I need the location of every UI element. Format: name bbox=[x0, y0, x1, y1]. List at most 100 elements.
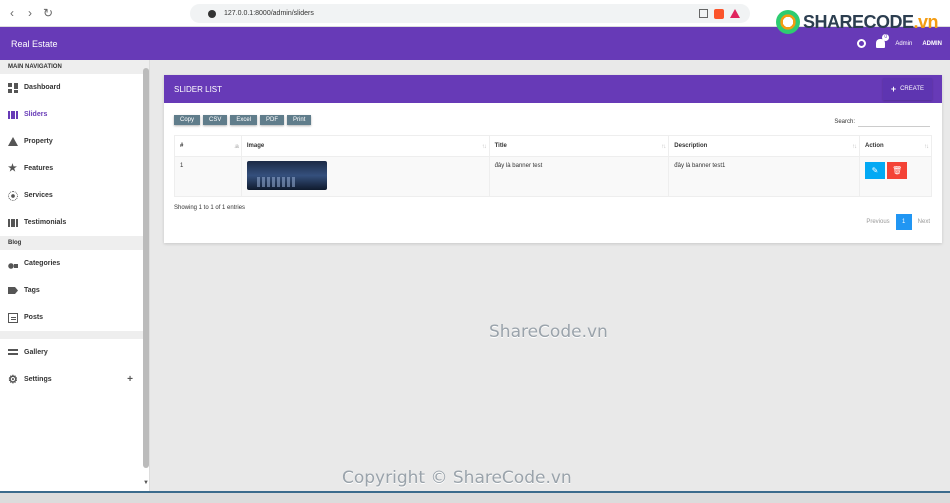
table-info: Showing 1 to 1 of 1 entries bbox=[174, 205, 246, 211]
table-search: Search: bbox=[834, 117, 930, 127]
slider-table: # ↓a Image ↑↓ Title ↑↓ Description ↑↓ Action… bbox=[174, 135, 932, 197]
sidebar-item-property[interactable]: Property bbox=[0, 128, 149, 155]
sidebar-item-categories[interactable]: Categories bbox=[0, 250, 149, 277]
table-header-row: # ↓a Image ↑↓ Title ↑↓ Description ↑↓ Action… bbox=[174, 135, 932, 157]
column-label: Action bbox=[865, 143, 884, 149]
posts-icon bbox=[8, 312, 18, 323]
cell-action: ✎ 🗑 bbox=[859, 156, 932, 197]
sidebar-item-label: Tags bbox=[24, 287, 40, 294]
cell-description: đây là banner test1 bbox=[668, 156, 861, 197]
excel-button[interactable]: Excel bbox=[230, 115, 258, 125]
search-label: Search: bbox=[834, 119, 855, 125]
user-role[interactable]: ADMIN bbox=[922, 41, 942, 47]
column-header-action[interactable]: Action ↑↓ bbox=[859, 135, 932, 157]
cell-image bbox=[240, 156, 490, 197]
sidebar-item-settings[interactable]: ⚙ Settings + bbox=[0, 366, 149, 393]
list-icon bbox=[8, 348, 18, 357]
sidebar-item-label: Dashboard bbox=[24, 84, 61, 91]
film-icon bbox=[8, 218, 18, 227]
column-header-title[interactable]: Title ↑↓ bbox=[488, 135, 670, 157]
print-button[interactable]: Print bbox=[287, 115, 312, 125]
brave-shield-icon[interactable] bbox=[714, 8, 724, 19]
sidebar-divider bbox=[0, 331, 149, 339]
next-page-button[interactable]: Next bbox=[918, 219, 930, 225]
column-header-description[interactable]: Description ↑↓ bbox=[668, 135, 861, 157]
page-1-button[interactable]: 1 bbox=[895, 214, 912, 230]
reload-icon[interactable]: ↻ bbox=[40, 5, 56, 21]
export-buttons: Copy CSV Excel PDF Print bbox=[174, 115, 312, 125]
sidebar-item-posts[interactable]: Posts bbox=[0, 304, 149, 331]
address-bar[interactable]: 127.0.0.1:8000/admin/sliders bbox=[190, 4, 750, 23]
cell-number: 1 bbox=[174, 156, 242, 197]
sharecode-logo: SHARECODE.vn bbox=[775, 10, 938, 34]
sun-icon bbox=[8, 190, 18, 201]
edit-button[interactable]: ✎ bbox=[865, 162, 886, 179]
rewards-icon[interactable] bbox=[730, 9, 740, 18]
shapes-icon bbox=[8, 258, 18, 269]
previous-page-button[interactable]: Previous bbox=[866, 219, 889, 225]
search-input[interactable] bbox=[858, 117, 930, 127]
sidebar-item-gallery[interactable]: Gallery bbox=[0, 339, 149, 366]
blog-section-header: Blog bbox=[0, 236, 149, 250]
sort-icon: ↑↓ bbox=[481, 144, 487, 150]
column-header-number[interactable]: # ↓a bbox=[174, 135, 242, 157]
slider-list-card: SLIDER LIST + CREATE Copy CSV Excel PDF … bbox=[164, 75, 942, 243]
notifications-button[interactable]: 0 bbox=[876, 34, 890, 48]
column-label: Description bbox=[674, 143, 708, 149]
sort-asc-icon: ↓a bbox=[233, 144, 239, 150]
scroll-down-icon[interactable]: ▼ bbox=[143, 480, 149, 486]
sidebar-item-label: Settings bbox=[24, 376, 52, 383]
logo-mark-icon bbox=[775, 10, 800, 34]
sidebar-item-label: Testimonials bbox=[24, 219, 67, 226]
column-header-image[interactable]: Image ↑↓ bbox=[240, 135, 490, 157]
pagination: Previous 1 Next bbox=[866, 214, 930, 230]
sidebar-item-label: Posts bbox=[24, 314, 44, 321]
share-icon[interactable] bbox=[699, 9, 708, 18]
delete-button[interactable]: 🗑 bbox=[887, 162, 908, 179]
brand-title[interactable]: Real Estate bbox=[11, 39, 58, 49]
row-actions: ✎ 🗑 bbox=[865, 162, 931, 179]
back-icon[interactable]: ‹ bbox=[4, 5, 20, 21]
card-title: SLIDER LIST bbox=[174, 84, 223, 94]
site-info-icon[interactable] bbox=[208, 9, 216, 18]
sidebar-item-tags[interactable]: Tags bbox=[0, 277, 149, 304]
search-icon[interactable] bbox=[857, 39, 867, 48]
sidebar-item-dashboard[interactable]: Dashboard bbox=[0, 74, 149, 101]
forward-icon[interactable]: › bbox=[22, 5, 38, 21]
pdf-button[interactable]: PDF bbox=[260, 115, 285, 125]
sort-icon: ↑↓ bbox=[852, 144, 857, 150]
slider-icon bbox=[8, 110, 18, 119]
sidebar-item-label: Sliders bbox=[24, 111, 48, 118]
sidebar-scrollbar[interactable] bbox=[143, 68, 149, 468]
pencil-icon: ✎ bbox=[871, 166, 879, 175]
user-menu[interactable]: Admin bbox=[895, 41, 912, 47]
column-label: Title bbox=[494, 143, 507, 149]
sidebar-item-services[interactable]: Services bbox=[0, 182, 149, 209]
csv-button[interactable]: CSV bbox=[203, 115, 228, 125]
sidebar-item-sliders[interactable]: Sliders bbox=[0, 101, 149, 128]
sort-icon: ↑↓ bbox=[924, 144, 929, 150]
create-button[interactable]: + CREATE bbox=[882, 78, 932, 100]
create-button-label: CREATE bbox=[900, 86, 924, 92]
url-text: 127.0.0.1:8000/admin/sliders bbox=[224, 10, 314, 17]
sidebar-item-label: Property bbox=[24, 138, 53, 145]
copy-button[interactable]: Copy bbox=[174, 115, 201, 125]
watermark-copyright: Copyright © ShareCode.vn bbox=[342, 468, 572, 488]
banner-thumbnail[interactable] bbox=[246, 161, 327, 190]
address-bar-actions bbox=[699, 8, 740, 19]
sidebar-item-features[interactable]: ★ Features bbox=[0, 155, 149, 182]
expand-icon[interactable]: + bbox=[127, 374, 133, 385]
gear-icon: ⚙ bbox=[8, 373, 18, 386]
notification-badge: 0 bbox=[882, 34, 890, 41]
home-icon bbox=[8, 137, 18, 146]
card-header: SLIDER LIST + CREATE bbox=[164, 75, 942, 103]
table-row: 1 đây là banner test đây là banner test1… bbox=[174, 156, 932, 197]
watermark-center: ShareCode.vn bbox=[489, 322, 608, 342]
browser-nav: ‹ › ↻ bbox=[4, 5, 56, 21]
column-label: Image bbox=[246, 143, 265, 149]
sidebar-item-testimonials[interactable]: Testimonials bbox=[0, 209, 149, 236]
column-label: # bbox=[180, 143, 184, 149]
sidebar-item-label: Categories bbox=[24, 260, 61, 267]
main-navigation-header: MAIN NAVIGATION bbox=[0, 60, 149, 74]
sidebar: MAIN NAVIGATION Dashboard Sliders Proper… bbox=[0, 60, 150, 491]
